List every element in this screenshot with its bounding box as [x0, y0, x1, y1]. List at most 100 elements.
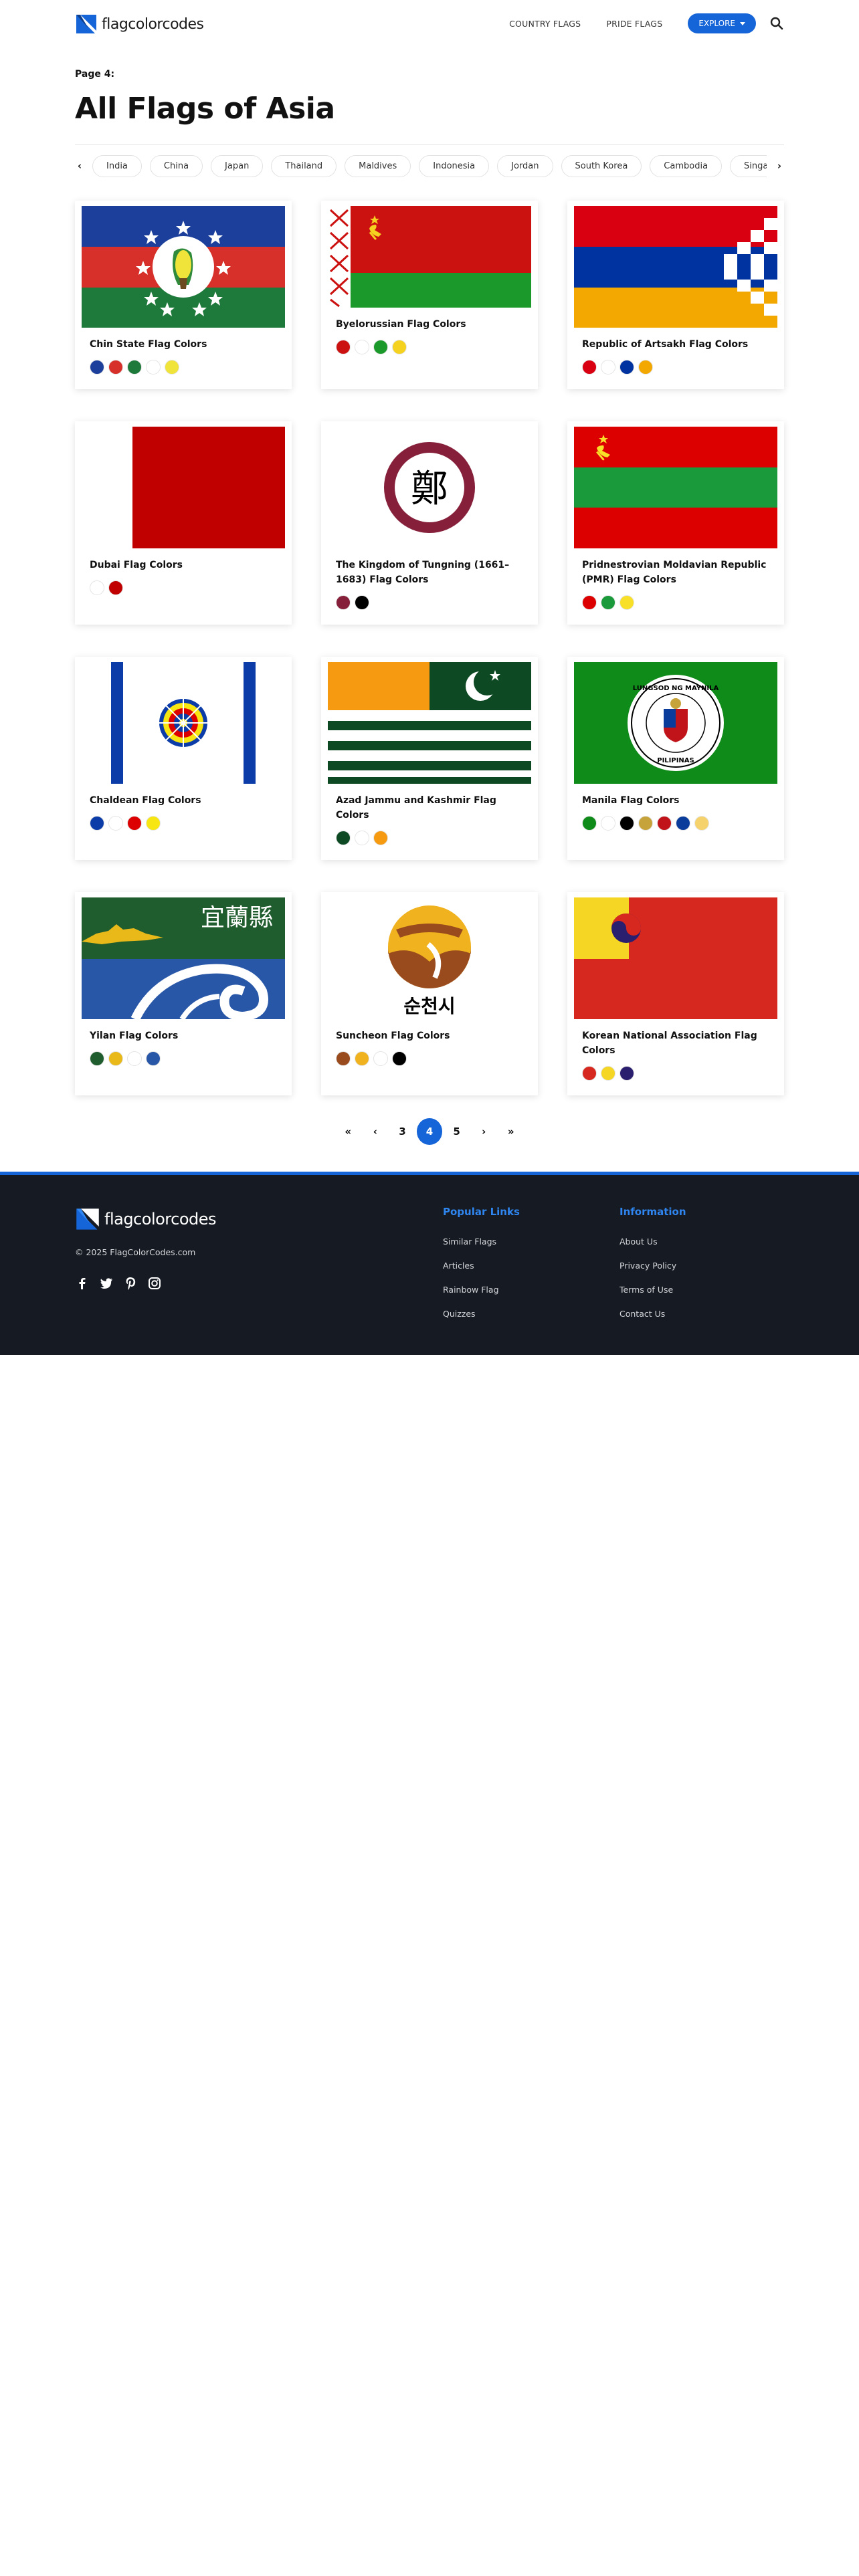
- search-icon[interactable]: [769, 16, 784, 31]
- color-swatch[interactable]: [619, 595, 634, 610]
- country-chip[interactable]: Cambodia: [650, 154, 723, 177]
- footer-link-terms-of-use[interactable]: Terms of Use: [619, 1283, 686, 1307]
- color-swatch[interactable]: [601, 816, 615, 831]
- color-swatch[interactable]: [638, 816, 653, 831]
- color-swatch[interactable]: [601, 595, 615, 610]
- flag-card[interactable]: Azad Jammu and Kashmir Flag Colors: [321, 657, 538, 860]
- color-swatch[interactable]: [336, 595, 351, 610]
- country-chip[interactable]: Jordan: [497, 154, 553, 177]
- country-chip[interactable]: Japan: [211, 154, 264, 177]
- site-logo[interactable]: flagcolorcodes: [75, 13, 204, 35]
- country-chip[interactable]: Thailand: [271, 154, 337, 177]
- color-swatch[interactable]: [619, 1066, 634, 1081]
- color-swatch[interactable]: [90, 580, 104, 595]
- country-chip[interactable]: Maldives: [345, 154, 411, 177]
- page-button[interactable]: 5: [444, 1118, 470, 1145]
- instagram-icon[interactable]: [147, 1276, 162, 1291]
- country-chip[interactable]: China: [149, 154, 203, 177]
- footer-link-contact-us[interactable]: Contact Us: [619, 1307, 686, 1331]
- logo-mark-icon: [76, 15, 96, 33]
- last-page-button[interactable]: »: [498, 1118, 524, 1145]
- prev-page-button[interactable]: ‹: [363, 1118, 389, 1145]
- flag-card[interactable]: 순천시 Suncheon Flag Colors: [321, 892, 538, 1095]
- first-page-button[interactable]: «: [335, 1118, 361, 1145]
- main-nav: COUNTRY FLAGS PRIDE FLAGS EXPLORE: [509, 13, 784, 33]
- country-chip[interactable]: South Korea: [561, 154, 642, 177]
- color-swatch[interactable]: [108, 360, 123, 374]
- color-swatch[interactable]: [355, 340, 369, 354]
- nav-country-flags[interactable]: COUNTRY FLAGS: [509, 19, 581, 29]
- flag-card[interactable]: Chin State Flag Colors: [75, 201, 292, 389]
- flag-image: [574, 427, 777, 548]
- color-swatch[interactable]: [373, 340, 388, 354]
- color-swatch[interactable]: [146, 360, 161, 374]
- color-swatch[interactable]: [146, 816, 161, 831]
- color-swatch[interactable]: [355, 1051, 369, 1066]
- nav-pride-flags[interactable]: PRIDE FLAGS: [606, 19, 662, 29]
- color-swatch[interactable]: [90, 360, 104, 374]
- color-swatch[interactable]: [373, 1051, 388, 1066]
- flag-card[interactable]: Republic of Artsakh Flag Colors: [567, 201, 784, 389]
- color-swatch[interactable]: [355, 595, 369, 610]
- color-swatch[interactable]: [582, 1066, 597, 1081]
- footer-link-rainbow-flag[interactable]: Rainbow Flag: [443, 1283, 520, 1307]
- color-swatch[interactable]: [108, 580, 123, 595]
- pinterest-icon[interactable]: [123, 1276, 138, 1291]
- flag-card[interactable]: 鄭 The Kingdom of Tungning (1661–1683) Fl…: [321, 421, 538, 625]
- color-swatch[interactable]: [127, 816, 142, 831]
- flag-card[interactable]: Korean National Association Flag Colors: [567, 892, 784, 1095]
- flag-card[interactable]: Pridnestrovian Moldavian Republic (PMR) …: [567, 421, 784, 625]
- country-chip[interactable]: Indonesia: [419, 154, 490, 177]
- color-swatch[interactable]: [355, 831, 369, 845]
- color-swatch[interactable]: [336, 831, 351, 845]
- color-swatch[interactable]: [582, 595, 597, 610]
- flag-card[interactable]: Byelorussian Flag Colors: [321, 201, 538, 389]
- color-swatch[interactable]: [108, 1051, 123, 1066]
- color-swatch[interactable]: [392, 1051, 407, 1066]
- flag-card[interactable]: LUNGSOD NG MAYNILA PILIPINAS Manila Flag…: [567, 657, 784, 860]
- chevron-right-icon[interactable]: ›: [775, 160, 784, 172]
- color-swatch[interactable]: [336, 340, 351, 354]
- facebook-icon[interactable]: [75, 1276, 90, 1291]
- color-swatch[interactable]: [146, 1051, 161, 1066]
- page-button[interactable]: 3: [389, 1118, 415, 1145]
- footer-link-articles[interactable]: Articles: [443, 1259, 520, 1283]
- country-chip[interactable]: India: [92, 154, 142, 177]
- flag-card[interactable]: 宜蘭縣 Yilan Flag Colors: [75, 892, 292, 1095]
- footer-link-quizzes[interactable]: Quizzes: [443, 1307, 520, 1331]
- artsakh-flag: [574, 206, 777, 328]
- color-swatch[interactable]: [619, 360, 634, 374]
- next-page-button[interactable]: ›: [471, 1118, 497, 1145]
- current-page-button[interactable]: 4: [416, 1118, 443, 1145]
- color-swatch[interactable]: [676, 816, 690, 831]
- color-swatch[interactable]: [127, 360, 142, 374]
- color-swatch[interactable]: [90, 1051, 104, 1066]
- color-swatch[interactable]: [638, 360, 653, 374]
- color-swatch[interactable]: [392, 340, 407, 354]
- color-swatch[interactable]: [694, 816, 709, 831]
- color-swatch[interactable]: [582, 816, 597, 831]
- color-swatch[interactable]: [165, 360, 179, 374]
- footer-link-about-us[interactable]: About Us: [619, 1235, 686, 1259]
- color-swatch[interactable]: [601, 360, 615, 374]
- country-chip[interactable]: Singapore: [730, 154, 767, 177]
- footer-link-privacy-policy[interactable]: Privacy Policy: [619, 1259, 686, 1283]
- color-swatch[interactable]: [127, 1051, 142, 1066]
- color-swatch[interactable]: [108, 816, 123, 831]
- flag-card[interactable]: Chaldean Flag Colors: [75, 657, 292, 860]
- color-swatch[interactable]: [619, 816, 634, 831]
- flag-image: 宜蘭縣: [82, 897, 285, 1019]
- explore-button[interactable]: EXPLORE: [688, 13, 756, 33]
- footer-link-similar-flags[interactable]: Similar Flags: [443, 1235, 520, 1259]
- footer-logo[interactable]: flagcolorcodes: [75, 1207, 217, 1231]
- flag-image: [82, 427, 285, 548]
- twitter-icon[interactable]: [99, 1276, 114, 1291]
- flag-card[interactable]: Dubai Flag Colors: [75, 421, 292, 625]
- color-swatch[interactable]: [657, 816, 672, 831]
- chevron-left-icon[interactable]: ‹: [75, 160, 84, 172]
- color-swatch[interactable]: [90, 816, 104, 831]
- color-swatch[interactable]: [601, 1066, 615, 1081]
- color-swatch[interactable]: [582, 360, 597, 374]
- color-swatch[interactable]: [336, 1051, 351, 1066]
- color-swatch[interactable]: [373, 831, 388, 845]
